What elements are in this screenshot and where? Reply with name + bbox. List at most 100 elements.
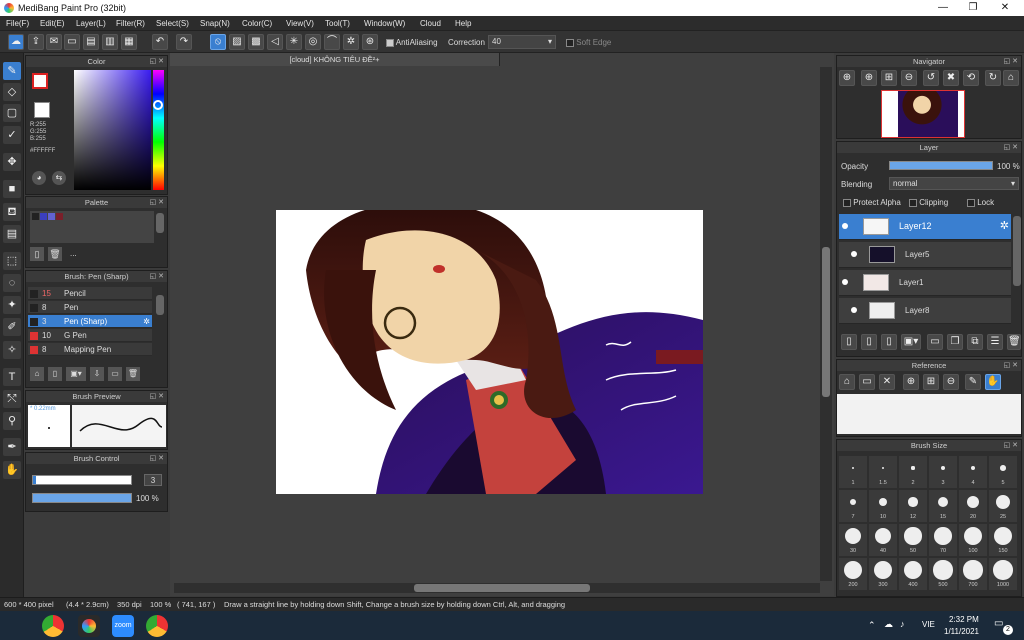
layer-opacity-slider[interactable] [889,161,993,170]
reference-folder-icon[interactable]: ▭ [859,374,875,390]
open-reference-icon[interactable]: ⌂ [839,374,855,390]
brush-size-option[interactable]: 1 [839,456,867,488]
brush-size-option[interactable]: 200 [839,558,867,590]
zoom-app-icon[interactable]: zoom [112,615,134,637]
brush-size-option[interactable]: 1000 [989,558,1017,590]
brush-size-option[interactable]: 2 [899,456,927,488]
brush-size-option[interactable]: 400 [899,558,927,590]
layer-item[interactable]: Layer12 ✲ [839,214,1011,240]
brush-size-option[interactable]: 25 [989,490,1017,522]
horizontal-scroll-thumb[interactable] [414,584,590,592]
reference-view[interactable] [837,394,1021,434]
chrome-icon[interactable] [146,615,168,637]
operation-tool-icon[interactable]: ⤲ [3,390,21,408]
swatch[interactable] [32,213,39,220]
blending-select[interactable]: normal ▾ [889,177,1019,190]
hand-tool-icon[interactable]: ✋ [3,461,21,479]
rotate-left-icon[interactable]: ↺ [923,70,939,86]
palette-scrollbar[interactable] [156,213,164,233]
new-layer-icon[interactable]: ▯ [841,334,857,350]
zoom-fit-icon[interactable]: ⊞ [881,70,897,86]
layer-item[interactable]: Layer8 [839,298,1011,324]
maximize-button[interactable]: ❐ [958,1,988,15]
palette-more-button[interactable]: ... [70,249,77,258]
panel-close-icon[interactable]: ◱ ✕ [1004,142,1018,153]
grid-icon[interactable]: ▦ [121,34,137,50]
minimize-button[interactable]: — [928,1,958,15]
menu-tool[interactable]: Tool(T) [325,19,350,28]
select-tool-icon[interactable]: ⬚ [3,252,21,270]
brush-size-option[interactable]: 30 [839,524,867,556]
menu-help[interactable]: Help [455,19,471,28]
navigator-thumbnail[interactable] [881,90,965,138]
layer-scrollbar[interactable] [1013,216,1021,286]
flip-icon[interactable]: ✖ [943,70,959,86]
panel-close-icon[interactable]: ◱ ✕ [150,56,164,67]
zoom-fit-icon[interactable]: ⊞ [923,374,939,390]
transparent-color[interactable] [34,102,50,118]
parallel-snap-icon[interactable]: ▨ [229,34,245,50]
radial-snap-icon[interactable]: ✳ [286,34,302,50]
new-8bit-layer-icon[interactable]: ▯ [881,334,897,350]
brush-size-option[interactable]: 70 [929,524,957,556]
brush-size-option[interactable]: 50 [899,524,927,556]
select-pen-icon[interactable]: ✐ [3,318,21,336]
correction-select[interactable]: 40 ▾ [488,35,556,49]
eye-icon[interactable] [851,307,857,313]
brush-size-option[interactable]: 500 [929,558,957,590]
panel-close-icon[interactable]: ◱ ✕ [1004,360,1018,371]
page-list-icon[interactable]: ▥ [102,34,118,50]
brush-size-option[interactable]: 1.5 [869,456,897,488]
circle-snap-icon[interactable]: ◎ [305,34,321,50]
hand-icon[interactable]: ✋ [985,374,1001,390]
brush-size-option[interactable]: 4 [959,456,987,488]
panel-close-icon[interactable]: ◱ ✕ [1004,440,1018,451]
eyedropper-tool-icon[interactable]: ⚲ [3,412,21,430]
brush-size-option[interactable]: 100 [959,524,987,556]
volume-icon[interactable]: ♪ [900,619,905,629]
select-eraser-icon[interactable]: ✧ [3,341,21,359]
panel-close-icon[interactable]: ◱ ✕ [150,197,164,208]
snap-options-icon[interactable]: ⊛ [362,34,378,50]
soft-edge-toggle[interactable]: Soft Edge [566,38,611,47]
brush-size-option[interactable]: 5 [989,456,1017,488]
eyedropper-icon[interactable]: ✎ [965,374,981,390]
brush-size-value[interactable]: 3 [144,474,162,486]
brush-scrollbar[interactable] [156,295,164,315]
brush-item-g-pen[interactable]: 10 G Pen [28,329,152,342]
lock-toggle[interactable]: Lock [967,198,994,207]
brush-item-pen-sharp[interactable]: 3 Pen (Sharp) ✲ [28,315,152,328]
menu-layer[interactable]: Layer(L) [76,19,106,28]
brush-delete-icon[interactable]: 🗑 [126,367,140,381]
brush-item-mapping-pen[interactable]: 8 Mapping Pen [28,343,152,356]
duplicate-layer-icon[interactable]: ❐ [947,334,963,350]
layer-options-icon[interactable]: ☰ [987,334,1003,350]
magic-wand-icon[interactable]: ✦ [3,296,21,314]
lasso-tool-icon[interactable]: ◌ [3,274,21,292]
redo-icon[interactable]: ↷ [176,34,192,50]
eye-icon[interactable] [851,251,857,257]
tray-chevron-icon[interactable]: ⌃ [868,620,876,631]
menu-file[interactable]: File(F) [6,19,29,28]
hue-slider[interactable] [153,70,164,190]
brush-size-option[interactable]: 20 [959,490,987,522]
panel-close-icon[interactable]: ◱ ✕ [150,271,164,282]
brush-size-option[interactable]: 7 [839,490,867,522]
rotate-right-icon[interactable]: ↻ [985,70,1001,86]
clock-time[interactable]: 2:32 PM [949,615,979,624]
brush-size-option[interactable]: 3 [929,456,957,488]
pen-tool-icon[interactable]: ✒ [3,438,21,456]
undo-icon[interactable]: ↶ [152,34,168,50]
zoom-out-icon[interactable]: ⊖ [901,70,917,86]
swatch[interactable] [56,213,63,220]
vanish-snap-icon[interactable]: ◁ [267,34,283,50]
eye-icon[interactable] [842,223,848,229]
network-icon[interactable]: ☁ [884,619,893,630]
brush-opacity-slider[interactable] [32,493,132,503]
document-tab[interactable]: [cloud] KHÔNG TIÊU ĐỀ²+ [170,53,500,66]
curve-snap-icon[interactable]: ⌒ [324,34,340,50]
menu-color[interactable]: Color(C) [242,19,272,28]
panel-close-icon[interactable]: ◱ ✕ [150,391,164,402]
color-wheel-icon[interactable]: ◕ [32,171,46,185]
rect-select-icon[interactable]: ▢ [3,104,21,122]
